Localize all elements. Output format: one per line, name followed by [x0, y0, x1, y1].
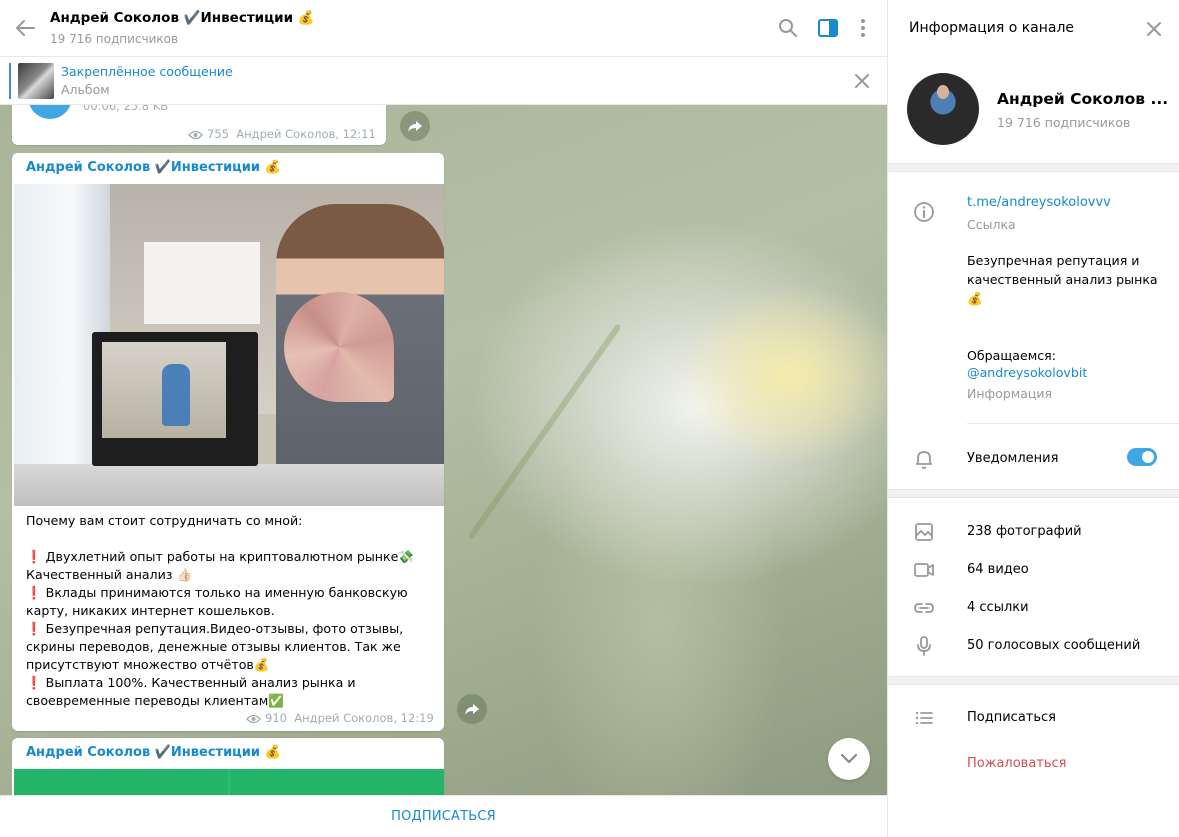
list-icon: [912, 706, 936, 730]
channel-description: Безупречная репутация и качественный ана…: [967, 253, 1162, 306]
share-icon: [465, 704, 479, 715]
arrow-left-icon: [16, 20, 35, 36]
pinned-message-bar[interactable]: Закреплённое сообщение Альбом: [0, 57, 887, 105]
photo-laptop-screen: [102, 342, 226, 438]
message-meta: 910 Андрей Соколов, 12:19: [246, 711, 434, 725]
chat-header: Андрей Соколов ✔️Инвестиции 💰 19 716 под…: [0, 0, 887, 57]
notifications-toggle[interactable]: [1127, 448, 1157, 466]
views-icon: [246, 714, 261, 724]
chevron-down-icon: [840, 753, 858, 764]
subscriber-count: 19 716 подписчиков: [50, 32, 179, 46]
message-author[interactable]: Андрей Соколов ✔️Инвестиции 💰: [26, 160, 281, 175]
microphone-icon: [912, 634, 936, 658]
photo-icon: [912, 520, 936, 544]
more-vertical-icon: [861, 19, 865, 37]
sidebar-icon: [818, 19, 838, 37]
photo-laptop-man: [162, 364, 190, 426]
report-action[interactable]: Пожаловаться: [967, 756, 1067, 771]
photo-money-fan: [284, 292, 394, 402]
toggle-knob: [1140, 449, 1156, 465]
search-button[interactable]: [776, 16, 800, 40]
toggle-info-panel-button[interactable]: [816, 16, 840, 40]
photo-desk: [14, 464, 444, 506]
channel-contact-line: Обращаемся:: [967, 348, 1056, 363]
views-count: 755: [207, 127, 229, 141]
info-icon: [912, 200, 936, 224]
notifications-label: Уведомления: [967, 451, 1059, 466]
photo-laptop: [92, 332, 258, 466]
views-count: 910: [265, 711, 287, 725]
close-icon: [855, 74, 869, 88]
author-time: Андрей Соколов, 12:19: [294, 711, 434, 725]
share-icon: [408, 121, 422, 132]
channel-link[interactable]: t.me/andreysokolovvv: [967, 195, 1111, 210]
author-time: Андрей Соколов, 12:11: [236, 127, 376, 141]
channel-link-label: Ссылка: [967, 217, 1016, 232]
message-photo-post[interactable]: Андрей Соколов ✔️Инвестиции 💰 Почему вам…: [12, 153, 444, 731]
close-icon: [1147, 22, 1161, 36]
video-icon: [912, 558, 936, 582]
link-icon: [912, 596, 936, 620]
close-pinned-button[interactable]: [851, 70, 873, 92]
subscribe-action[interactable]: Подписаться: [967, 710, 1056, 725]
scroll-to-bottom-button[interactable]: [828, 738, 870, 780]
forward-button[interactable]: [400, 111, 430, 141]
channel-name: Андрей Соколов ...: [997, 90, 1169, 108]
channel-info-panel: Информация о канале Андрей Соколов ... 1…: [887, 0, 1179, 837]
channel-description-label: Информация: [967, 386, 1053, 401]
message-meta: 755 Андрей Соколов, 12:11: [188, 127, 376, 141]
back-button[interactable]: [12, 14, 40, 42]
photo-sign: [144, 242, 260, 324]
pinned-title: Закреплённое сообщение: [61, 64, 233, 79]
pinned-thumbnail: [18, 63, 54, 99]
channel-contact-handle[interactable]: @andreysokolovbit: [967, 365, 1087, 380]
channel-subscribers: 19 716 подписчиков: [997, 115, 1131, 130]
background-flower-stem: [467, 323, 622, 540]
chat-panel: 00:06, 25.8 KB 755 Андрей Соколов, 12:11…: [0, 0, 887, 837]
section-divider: [888, 163, 1179, 172]
message-photo[interactable]: [14, 184, 444, 506]
pinned-indicator: [9, 63, 11, 99]
channel-avatar[interactable]: [907, 73, 979, 145]
info-panel-title: Информация о канале: [909, 20, 1075, 36]
chat-background: 00:06, 25.8 KB 755 Андрей Соколов, 12:11…: [0, 75, 887, 829]
avatar-face: [937, 85, 949, 99]
media-links[interactable]: 4 ссылки: [967, 600, 1029, 615]
close-info-button[interactable]: [1143, 18, 1165, 40]
subscribe-bar: ПОДПИСАТЬСЯ: [0, 795, 887, 837]
chat-title[interactable]: Андрей Соколов ✔️Инвестиции 💰: [50, 10, 315, 26]
message-text: Почему вам стоит сотрудничать со мной: ❗…: [26, 513, 415, 708]
section-divider: [888, 676, 1179, 685]
separator: [967, 423, 1179, 424]
search-icon: [779, 19, 797, 37]
message-author[interactable]: Андрей Соколов ✔️Инвестиции 💰: [26, 745, 281, 760]
media-photos[interactable]: 238 фотографий: [967, 524, 1082, 539]
section-divider: [888, 489, 1179, 498]
media-videos[interactable]: 64 видео: [967, 562, 1029, 577]
media-voice[interactable]: 50 голосовых сообщений: [967, 638, 1140, 653]
forward-button[interactable]: [457, 694, 487, 724]
more-menu-button[interactable]: [851, 16, 875, 40]
subscribe-button[interactable]: ПОДПИСАТЬСЯ: [0, 796, 887, 837]
pinned-subtitle: Альбом: [61, 82, 110, 97]
views-icon: [188, 130, 203, 140]
bell-icon: [912, 447, 936, 471]
